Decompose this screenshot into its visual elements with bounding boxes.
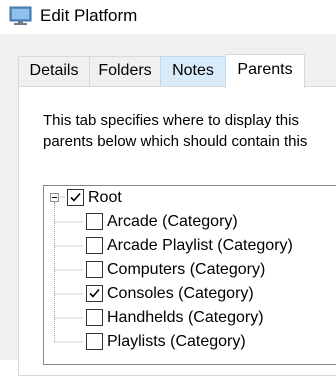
checkbox-playlists[interactable]	[86, 333, 103, 350]
root-checkbox[interactable]	[67, 189, 84, 206]
window-title: Edit Platform	[40, 6, 138, 25]
checkbox-computers[interactable]	[86, 261, 103, 278]
tree-node-consoles-label[interactable]: Consoles (Category)	[107, 284, 254, 304]
tree-node-handhelds-label[interactable]: Handhelds (Category)	[107, 308, 264, 328]
tree-node-root-label[interactable]: Root	[88, 188, 122, 208]
checkbox-arcade[interactable]	[86, 213, 103, 230]
tab-notes[interactable]: Notes	[160, 56, 226, 86]
checkbox-arcade-playlist[interactable]	[86, 237, 103, 254]
parents-description: This tab specifies where to display this…	[43, 110, 307, 152]
tree-node-computers-label[interactable]: Computers (Category)	[107, 260, 265, 280]
tree-node-arcade-playlist-label[interactable]: Arcade Playlist (Category)	[107, 236, 293, 256]
description-line-1: This tab specifies where to display this	[43, 112, 299, 129]
title-bar: Edit Platform	[0, 0, 336, 34]
checkbox-consoles[interactable]	[86, 285, 103, 302]
monitor-icon	[9, 6, 32, 25]
tab-details[interactable]: Details	[18, 56, 90, 86]
tree-node-arcade-label[interactable]: Arcade (Category)	[107, 212, 238, 232]
tree-node-playlists-label[interactable]: Playlists (Category)	[107, 332, 246, 352]
checkmark-icon	[70, 192, 81, 202]
checkbox-handhelds[interactable]	[86, 309, 103, 326]
root-collapse-toggle[interactable]	[50, 193, 59, 202]
description-line-2: parents below which should contain this	[43, 133, 308, 150]
tab-parents[interactable]: Parents	[225, 54, 305, 88]
checkmark-icon	[89, 288, 100, 298]
tab-folders[interactable]: Folders	[89, 56, 161, 86]
